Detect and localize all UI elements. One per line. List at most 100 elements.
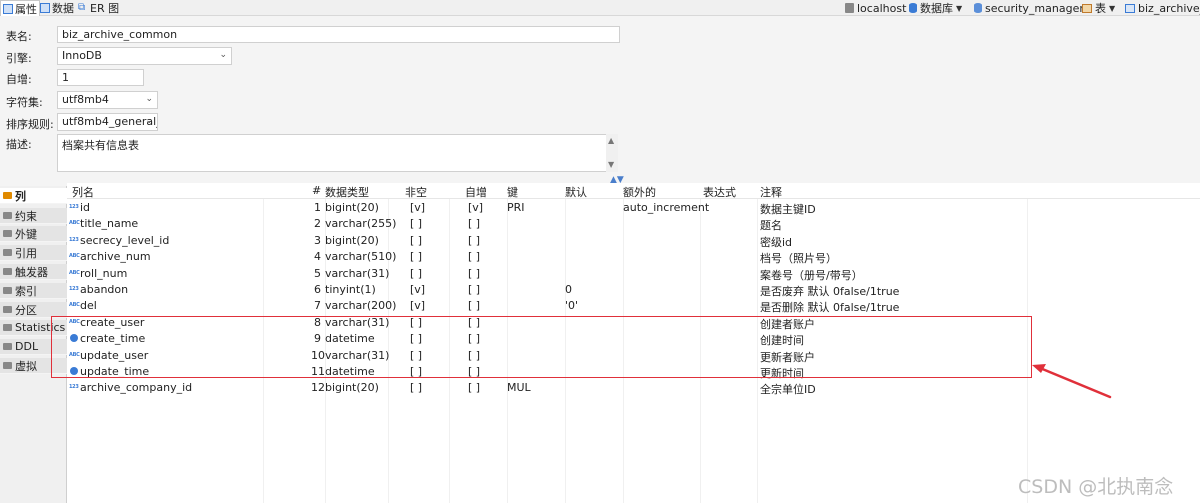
nav-references[interactable]: 引用 <box>0 245 67 261</box>
grid-header: 列名 # 数据类型 非空 自增 键 默认 额外的 表达式 注释 <box>67 183 1200 199</box>
cell-autoinc[interactable]: [ ] <box>468 234 480 247</box>
table-name-input[interactable]: biz_archive_common <box>57 26 620 43</box>
cell-autoinc[interactable]: [ ] <box>468 381 480 394</box>
cell-type[interactable]: varchar(510) <box>325 250 396 263</box>
cell-num[interactable]: 2 <box>311 217 321 230</box>
properties-icon <box>3 3 13 14</box>
cell-name[interactable]: archive_company_id <box>80 381 192 394</box>
description-scrollbar[interactable]: ▲ ▼ <box>606 134 618 172</box>
cell-num[interactable]: 1 <box>311 201 321 214</box>
col-header-key[interactable]: 键 <box>507 184 518 200</box>
cell-num[interactable]: 3 <box>311 234 321 247</box>
nav-triggers[interactable]: 触发器 <box>0 264 67 280</box>
cell-autoinc[interactable]: [ ] <box>468 299 480 312</box>
cell-type[interactable]: bigint(20) <box>325 201 379 214</box>
nav-foreign-keys[interactable]: 外键 <box>0 226 67 242</box>
tab-data[interactable]: 数据 <box>38 0 76 16</box>
cell-num[interactable]: 12 <box>311 381 325 394</box>
breadcrumb-database[interactable]: 数据库 ▼ <box>909 0 962 16</box>
cell-notnull[interactable]: [v] <box>410 201 425 214</box>
cell-notnull[interactable]: [v] <box>410 299 425 312</box>
folder-icon <box>3 249 12 256</box>
cell-default[interactable]: 0 <box>565 283 572 296</box>
cell-notnull[interactable]: [ ] <box>410 217 422 230</box>
cell-name[interactable]: title_name <box>80 217 138 230</box>
cell-comment[interactable]: 全宗单位ID <box>760 381 816 397</box>
col-header-extra[interactable]: 额外的 <box>623 184 656 200</box>
cell-num[interactable]: 5 <box>311 267 321 280</box>
cell-autoinc[interactable]: [ ] <box>468 217 480 230</box>
cell-type[interactable]: bigint(20) <box>325 234 379 247</box>
cell-comment[interactable]: 是否废弃 默认 0false/1true <box>760 283 899 299</box>
cell-notnull[interactable]: [v] <box>410 283 425 296</box>
table-row[interactable]: 123 abandon 6 tinyint(1) [v] [ ] 0 是否废弃 默认 0fal… <box>67 282 1200 298</box>
cell-comment[interactable]: 数据主键ID <box>760 201 816 217</box>
nav-indexes[interactable]: 索引 <box>0 283 67 299</box>
cell-default[interactable]: '0' <box>565 299 578 312</box>
col-header-num[interactable]: # <box>312 184 321 197</box>
cell-comment[interactable]: 是否删除 默认 0false/1true <box>760 299 899 315</box>
cell-notnull[interactable]: [ ] <box>410 234 422 247</box>
nav-constraints[interactable]: 约束 <box>0 208 67 224</box>
description-textarea[interactable]: 档案共有信息表 <box>57 134 607 172</box>
cell-type[interactable]: varchar(200) <box>325 299 396 312</box>
table-row[interactable]: ABC del 7 varchar(200) [v] [ ] '0' 是否删除 默认 0fal… <box>67 298 1200 314</box>
cell-comment[interactable]: 密级id <box>760 234 792 250</box>
cell-name[interactable]: archive_num <box>80 250 151 263</box>
charset-select[interactable]: utf8mb4 ⌄ <box>57 91 158 109</box>
cell-autoinc[interactable]: [v] <box>468 201 483 214</box>
cell-key[interactable]: PRI <box>507 201 525 214</box>
cell-autoinc[interactable]: [ ] <box>468 283 480 296</box>
auto-increment-input[interactable]: 1 <box>57 69 144 86</box>
folder-icon <box>3 192 12 199</box>
col-header-expression[interactable]: 表达式 <box>703 184 736 200</box>
cell-type[interactable]: varchar(255) <box>325 217 396 230</box>
col-header-comment[interactable]: 注释 <box>760 184 782 200</box>
cell-type[interactable]: varchar(31) <box>325 267 389 280</box>
cell-autoinc[interactable]: [ ] <box>468 250 480 263</box>
cell-name[interactable]: del <box>80 299 97 312</box>
cell-notnull[interactable]: [ ] <box>410 381 422 394</box>
table-row[interactable]: 123 secrecy_level_id 3 bigint(20) [ ] [ ] 密级id <box>67 233 1200 249</box>
server-icon <box>845 3 854 13</box>
cell-notnull[interactable]: [ ] <box>410 267 422 280</box>
cell-name[interactable]: secrecy_level_id <box>80 234 169 247</box>
cell-key[interactable]: MUL <box>507 381 531 394</box>
cell-num[interactable]: 4 <box>311 250 321 263</box>
cell-num[interactable]: 6 <box>311 283 321 296</box>
col-header-name[interactable]: 列名 <box>72 184 94 200</box>
cell-name[interactable]: abandon <box>80 283 128 296</box>
tab-er-diagram[interactable]: ⧉ ER 图 <box>76 0 121 16</box>
col-header-notnull[interactable]: 非空 <box>405 184 427 200</box>
cell-notnull[interactable]: [ ] <box>410 250 422 263</box>
col-header-autoinc[interactable]: 自增 <box>465 184 487 200</box>
breadcrumb-server[interactable]: localhost <box>845 0 906 16</box>
chevron-down-icon: ▼ <box>956 3 963 13</box>
col-header-type[interactable]: 数据类型 <box>325 184 369 200</box>
table-row[interactable]: ABC archive_num 4 varchar(510) [ ] [ ] 档号（照片号） <box>67 249 1200 265</box>
cell-comment[interactable]: 档号（照片号） <box>760 250 837 266</box>
cell-autoinc[interactable]: [ ] <box>468 267 480 280</box>
table-row[interactable]: ABC title_name 2 varchar(255) [ ] [ ] 题名 <box>67 216 1200 232</box>
cell-comment[interactable]: 题名 <box>760 217 782 233</box>
cell-comment[interactable]: 案卷号（册号/带号） <box>760 267 863 283</box>
col-header-default[interactable]: 默认 <box>565 184 587 200</box>
cell-num[interactable]: 7 <box>311 299 321 312</box>
table-row[interactable]: 123 id 1 bigint(20) [v] [v] PRI auto_increment 数… <box>67 200 1200 216</box>
collation-label: 排序规则: <box>6 118 54 131</box>
tab-properties[interactable]: 属性 <box>0 0 40 16</box>
engine-label: 引擎: <box>6 52 32 65</box>
cell-name[interactable]: id <box>80 201 90 214</box>
cell-name[interactable]: roll_num <box>80 267 127 280</box>
table-row[interactable]: ABC roll_num 5 varchar(31) [ ] [ ] 案卷号（册号/带号） <box>67 266 1200 282</box>
description-label: 描述: <box>6 138 32 151</box>
collation-select[interactable]: utf8mb4_general_ ⌄ <box>57 113 158 131</box>
cell-type[interactable]: tinyint(1) <box>325 283 376 296</box>
breadcrumb-table[interactable]: biz_archive_ <box>1125 0 1200 16</box>
cell-extra[interactable]: auto_increment <box>623 201 709 214</box>
breadcrumb-tables[interactable]: 表 ▼ <box>1082 0 1115 16</box>
engine-select[interactable]: InnoDB ⌄ <box>57 47 232 65</box>
breadcrumb-schema[interactable]: security_manager <box>974 0 1084 16</box>
nav-columns[interactable]: 列 <box>0 188 67 204</box>
cell-type[interactable]: bigint(20) <box>325 381 379 394</box>
